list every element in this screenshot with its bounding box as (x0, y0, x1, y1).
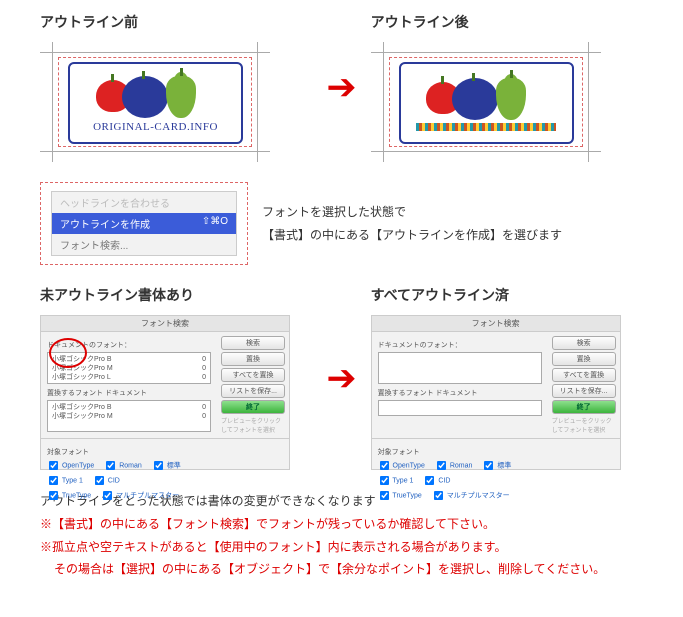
menu-item-find-font[interactable]: フォント検索... (52, 234, 236, 255)
card-text-before: ORIGINAL-CARD.INFO (93, 121, 218, 133)
tiny-note: プレビューをクリックしてフォントを選択 (552, 416, 616, 434)
business-card-after (399, 62, 574, 144)
not-outlined-heading: 未アウトライン書体あり (40, 285, 312, 305)
replace-label: 置換するフォント (47, 390, 103, 397)
note-line2: ※【書式】の中にある【フォント検索】でフォントが残っているか確認して下さい。 (40, 513, 643, 536)
replace-fonts-listbox-empty[interactable] (378, 400, 542, 416)
save-list-button[interactable]: リストを保存... (552, 384, 616, 398)
done-button[interactable]: 終了 (552, 400, 616, 414)
after-heading: アウトライン後 (371, 12, 643, 32)
replace-fonts-listbox[interactable]: 小塚ゴシックPro B0 小塚ゴシックPro M0 (47, 400, 211, 432)
font-row[interactable]: 小塚ゴシックPro L (52, 373, 111, 382)
doc-label: ドキュメント (436, 390, 478, 397)
tiny-note: プレビューをクリックしてフォントを選択 (221, 416, 285, 434)
replace-all-button[interactable]: すべてを置換 (221, 368, 285, 382)
font-row[interactable]: 小塚ゴシックPro B (52, 355, 112, 364)
all-outlined-heading: すべてアウトライン済 (371, 285, 643, 305)
chk-type1[interactable]: Type 1 (47, 474, 83, 487)
fruit-illustration (426, 76, 546, 121)
doc-fonts-listbox-empty[interactable] (378, 352, 542, 384)
font-row[interactable]: 小塚ゴシックPro B (52, 403, 112, 412)
desc-line2: 【書式】の中にある【アウトラインを作成】を選びます (262, 224, 643, 247)
doc-fonts-listbox[interactable]: 小塚ゴシックPro B0 小塚ゴシックPro M0 小塚ゴシックPro L0 (47, 352, 211, 384)
chk-cid[interactable]: CID (423, 474, 450, 487)
pear-icon (496, 78, 526, 120)
find-font-dialog-after: フォント検索 ドキュメントのフォント： 置換するフォント ドキュメント 検索 置… (371, 315, 621, 470)
canvas-before: ORIGINAL-CARD.INFO (40, 42, 270, 162)
chk-roman[interactable]: Roman (435, 459, 473, 472)
chk-type1[interactable]: Type 1 (378, 474, 414, 487)
fruit-illustration (96, 74, 216, 119)
chk-mm[interactable]: マルチプルマスター (432, 489, 510, 502)
doc-fonts-label: ドキュメントのフォント： (47, 340, 211, 350)
doc-fonts-label: ドキュメントのフォント： (378, 340, 542, 350)
note-line3: ※孤立点や空テキストがあると【使用中のフォント】内に表示される場合があります。 (40, 536, 643, 559)
menu-excerpt: ヘッドラインを合わせる アウトラインを作成 ⇧⌘O フォント検索... (40, 182, 248, 265)
target-font-label: 対象フォント (47, 447, 283, 457)
replace-button[interactable]: 置換 (221, 352, 285, 366)
menu-item-label: アウトラインを作成 (60, 216, 150, 231)
before-heading: アウトライン前 (40, 12, 312, 32)
note-line4: その場合は【選択】の中にある【オブジェクト】で【余分なポイント】を選択し、削除し… (40, 558, 643, 581)
chk-std[interactable]: 標準 (482, 459, 511, 472)
menu-item-headline: ヘッドラインを合わせる (52, 192, 236, 213)
find-button[interactable]: 検索 (552, 336, 616, 350)
card-text-after (416, 123, 556, 131)
business-card-before: ORIGINAL-CARD.INFO (68, 62, 243, 144)
pear-icon (166, 76, 196, 118)
doc-label: ドキュメント (105, 390, 147, 397)
dialog-title: フォント検索 (41, 316, 289, 332)
arrow-right-icon: ➔ (326, 357, 356, 399)
chk-truetype[interactable]: TrueType (47, 489, 91, 502)
font-row[interactable]: 小塚ゴシックPro M (52, 412, 113, 421)
chk-roman[interactable]: Roman (104, 459, 142, 472)
replace-all-button[interactable]: すべてを置換 (552, 368, 616, 382)
menu-description: フォントを選択した状態で 【書式】の中にある【アウトラインを作成】を選びます (262, 201, 643, 247)
find-font-dialog-before: フォント検索 ドキュメントのフォント： 小塚ゴシックPro B0 小塚ゴシックP… (40, 315, 290, 470)
target-font-label: 対象フォント (378, 447, 614, 457)
plum-icon (122, 76, 168, 118)
desc-line1: フォントを選択した状態で (262, 201, 643, 224)
chk-mm[interactable]: マルチプルマスター (101, 489, 179, 502)
done-button[interactable]: 終了 (221, 400, 285, 414)
canvas-after (371, 42, 601, 162)
find-button[interactable]: 検索 (221, 336, 285, 350)
font-row[interactable]: 小塚ゴシックPro M (52, 364, 113, 373)
arrow-right-icon: ➔ (326, 66, 356, 108)
chk-opentype[interactable]: OpenType (378, 459, 425, 472)
dialog-title: フォント検索 (372, 316, 620, 332)
chk-std[interactable]: 標準 (152, 459, 181, 472)
chk-cid[interactable]: CID (93, 474, 120, 487)
menu-item-shortcut: ⇧⌘O (202, 216, 228, 231)
chk-opentype[interactable]: OpenType (47, 459, 94, 472)
save-list-button[interactable]: リストを保存... (221, 384, 285, 398)
menu-item-create-outlines[interactable]: アウトラインを作成 ⇧⌘O (52, 213, 236, 234)
plum-icon (452, 78, 498, 120)
replace-label: 置換するフォント (378, 390, 434, 397)
target-font-section: 対象フォント OpenType Roman 標準 Type 1 CID True… (372, 438, 620, 506)
chk-truetype[interactable]: TrueType (378, 489, 422, 502)
replace-button[interactable]: 置換 (552, 352, 616, 366)
target-font-section: 対象フォント OpenType Roman 標準 Type 1 CID True… (41, 438, 289, 506)
